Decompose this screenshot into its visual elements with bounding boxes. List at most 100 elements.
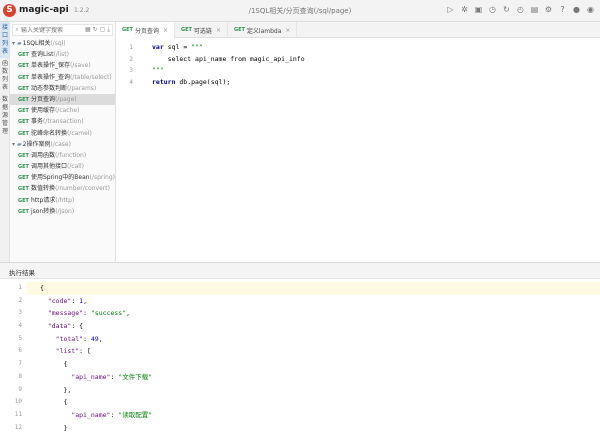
gear-icon[interactable]: ⚙ [543,4,554,16]
tree-item[interactable]: GET json转换(/json) [10,206,115,217]
run-icon[interactable]: ▷ [445,4,456,16]
refresh-icon[interactable]: ↻ [501,4,512,16]
editor-tab[interactable]: GET 可选链 × [175,22,228,38]
tree-item[interactable]: GET 调用其他接口(/call) [10,161,115,172]
tree-item[interactable]: GET 单表操作_查询(/table/select) [10,72,115,83]
json-line: { [40,396,600,409]
json-token: "list" [55,347,80,356]
tree-item-label: 单表操作_查询 [30,73,70,81]
tree-item-label: json转换 [30,207,56,215]
tree-item[interactable]: GET 调用函数(/function) [10,150,115,161]
json-token: "total" [55,334,84,343]
line-number: 2 [129,55,133,63]
tree-group[interactable]: ▾ ▰1SQL相关(/sql) [10,38,115,49]
line-number: 7 [18,360,22,368]
tree-item-path: (/number/convert) [54,185,110,193]
refresh-tree-icon[interactable]: ↻ [93,26,98,34]
tree-item-path: (/http) [55,196,75,204]
http-method-badge: GET [18,119,29,126]
result-json[interactable]: { "code": 1, "message": "success", "data… [40,282,600,434]
line-number: 4 [129,79,133,87]
tree-item-label: 使用Spring中的Bean [30,174,90,182]
json-line: }, [40,384,600,397]
tree-group[interactable]: ▾ ▰2操作案例(/case) [10,139,115,150]
side-tab[interactable]: 接口列表 [0,22,10,58]
tree-item[interactable]: GET 数值转换(/number/convert) [10,183,115,194]
json-line: "message": "success", [40,307,600,320]
http-method-badge: GET [18,197,29,204]
side-tab[interactable]: 函数列表 [0,58,10,94]
add-api-icon[interactable]: ▦ [85,26,91,34]
json-token: , [126,309,131,318]
script-editor[interactable]: 1 2 3 4 var sql = """ select api_name from … [116,38,600,262]
code-token: """ [191,43,203,51]
tree-item-label: 2操作案例 [22,140,51,148]
result-panel-title: 执行结果 [9,269,35,277]
tree-item[interactable]: GET 事务(/transaction) [10,116,115,127]
tree-item[interactable]: GET 查询List(/list) [10,49,115,60]
history-icon[interactable]: ◷ [487,4,498,16]
line-number: 6 [18,347,22,355]
help-icon[interactable]: ? [557,4,568,16]
toolbar: ▷ ✲ ▣ ◷ ↻ ◴ ▤ ⚙ ? ● ◉ [445,4,596,16]
tree-item-label: 单表操作_保存 [30,62,70,70]
json-token: "文件下载" [118,372,153,381]
tree-item[interactable]: GET 使用缓存(/cache) [10,105,115,116]
json-line: { [40,282,600,295]
http-method-badge: GET [18,108,29,115]
side-tab-strip: 接口列表函数列表数据源管理 [0,22,10,262]
http-method-badge: GET [122,27,133,33]
save-icon[interactable]: ▣ [473,4,484,16]
close-icon[interactable]: × [163,27,168,34]
tree-item-path: (/page) [54,95,77,103]
editor-tab-label: 分页查询 [134,27,159,35]
json-token: "code" [47,296,72,305]
search-icon: ⌕ [15,26,19,33]
json-token: : [71,296,80,305]
json-token: "api_name" [71,372,111,381]
editor-tab[interactable]: GET 分页查询 × [116,22,175,38]
side-tab[interactable]: 数据源管理 [0,94,10,138]
tree-item[interactable]: GET 动态参数判断(/params) [10,83,115,94]
collapse-icon[interactable]: ▢ [100,26,106,34]
debug-icon[interactable]: ✲ [459,4,470,16]
tree-item-path: (/camel) [66,129,92,137]
json-token: : [83,309,91,318]
tree-item[interactable]: GET 分页查询(/page) [10,93,115,106]
search-input[interactable] [20,26,85,34]
result-panel-header: 执行结果 [0,262,600,279]
tree-item-label: http请求 [30,196,56,204]
tree-item-label: 事务 [30,118,43,126]
http-method-badge: GET [18,164,29,171]
editor-tab[interactable]: GET 定义lambda × [228,22,298,38]
tree-item-path: (/function) [54,151,87,159]
json-line: "api_name": "读取配置" [40,409,600,422]
book-icon[interactable]: ▤ [529,4,540,16]
http-method-badge: GET [18,85,29,92]
close-icon[interactable]: × [216,27,221,34]
tree-item[interactable]: GET 使用Spring中的Bean(/spring) [10,172,115,183]
tree-item[interactable]: GET 驼峰命名转换(/camel) [10,128,115,139]
app-name: magic-api [19,5,69,15]
line-number: 9 [18,385,22,393]
tree-item-label: 动态参数判断 [30,84,67,92]
clock-icon[interactable]: ◴ [515,4,526,16]
editor-code[interactable]: var sql = """ select api_name from magic… [152,42,305,89]
http-method-badge: GET [18,63,29,70]
line-number: 1 [18,284,22,291]
api-tree: ▾ ▰1SQL相关(/sql) GET 查询List(/list) GET 单表操作_保存… [10,38,115,217]
json-token: : { [71,322,84,331]
http-method-badge: GET [18,130,29,137]
close-icon[interactable]: × [285,27,290,34]
gitee-icon[interactable]: ◉ [585,4,596,16]
json-token: { [40,284,44,292]
github-icon[interactable]: ● [571,4,582,16]
editor-tab-bar: GET 分页查询 × GET 可选链 × GET 定义lambda × [116,22,600,38]
tree-item[interactable]: GET 单表操作_保存(/save) [10,60,115,71]
json-token: { [40,398,68,407]
tree-item[interactable]: GET http请求(/http) [10,195,115,206]
expand-icon[interactable]: ⤓ [107,26,110,34]
